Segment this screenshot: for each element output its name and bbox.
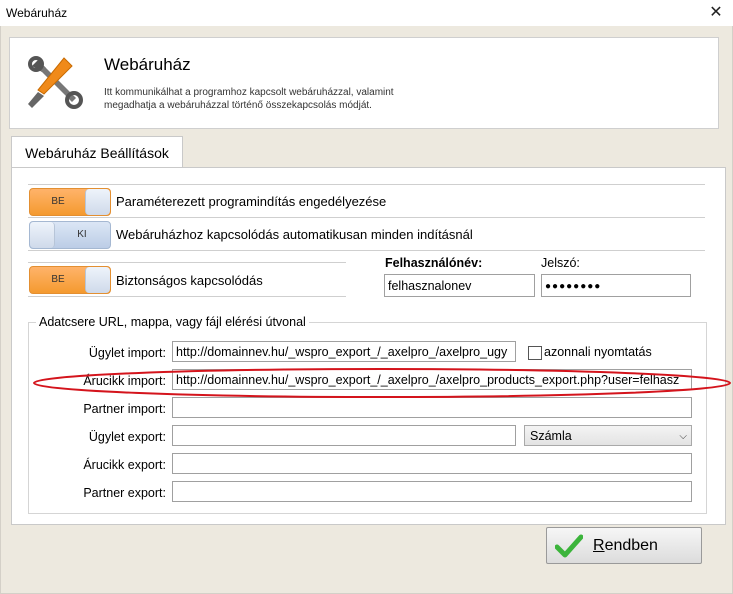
ugylet-export-label: Ügylet export: [88,430,166,444]
username-field[interactable]: felhasznalonev [384,274,535,297]
wrench-screwdriver-icon [28,56,83,109]
header-title: Webáruház [104,55,191,74]
ok-button-label-rest: endben [604,537,658,554]
divider [28,217,705,218]
divider [28,262,346,263]
toggle-state: BE [51,196,65,207]
partner-import-label: Partner import: [83,402,166,416]
toggle-label: Paraméterezett programindítás engedélyez… [116,194,387,209]
immediate-print-label: azonnali nyomtatás [544,345,652,359]
ok-button[interactable]: Rendben [546,527,702,564]
export-type-value: Számla [530,429,572,443]
checkmark-icon [555,534,583,558]
immediate-print-checkbox[interactable] [528,346,542,360]
toggle-label: Webáruházhoz kapcsolódás automatikusan m… [116,227,473,242]
chevron-down-icon: ⌵ [679,431,687,442]
ok-button-mnemonic: R [593,537,605,554]
header-description: Itt kommunikálhat a programhoz kapcsolt … [104,87,394,111]
toggle-knob [85,267,110,293]
partner-export-label: Partner export: [83,486,166,500]
title-bar: Webáruház ✕ [0,0,733,26]
toggle-parameterized-start[interactable]: BE [29,188,111,216]
toggle-state: BE [51,274,65,285]
arucikk-export-label: Árucikk export: [83,458,166,472]
divider [28,296,346,297]
toggle-knob [85,189,110,215]
divider [28,184,705,185]
partner-export-field[interactable] [172,481,692,502]
toggle-knob [30,222,55,248]
ugylet-import-field[interactable]: http://domainnev.hu/_wspro_export_/_axel… [172,341,516,362]
window-title: Webáruház [6,6,68,20]
arucikk-import-label: Árucikk import: [83,374,166,388]
divider [28,250,705,251]
username-label: Felhasználónév: [385,256,483,270]
arucikk-import-field[interactable]: http://domainnev.hu/_wspro_export_/_axel… [172,369,692,390]
arucikk-export-field[interactable] [172,453,692,474]
group-title: Adatcsere URL, mappa, vagy fájl elérési … [36,315,309,329]
ugylet-export-field[interactable] [172,425,516,446]
password-label: Jelszó: [541,256,580,270]
ok-button-label: Rendben [593,537,658,555]
export-type-select[interactable]: Számla ⌵ [524,425,692,446]
toggle-auto-connect[interactable]: KI [29,221,111,249]
toggle-state: KI [77,229,87,240]
password-field[interactable]: ●●●●●●●● [541,274,691,297]
close-icon[interactable]: ✕ [699,0,733,26]
toggle-secure-connection[interactable]: BE [29,266,111,294]
toggle-label: Biztonságos kapcsolódás [116,273,263,288]
ugylet-import-label: Ügylet import: [88,346,166,360]
header-panel: Webáruház Itt kommunikálhat a programhoz… [9,37,719,129]
tab-webaruhaz-beallitasok[interactable]: Webáruház Beállítások [11,136,183,169]
partner-import-field[interactable] [172,397,692,418]
